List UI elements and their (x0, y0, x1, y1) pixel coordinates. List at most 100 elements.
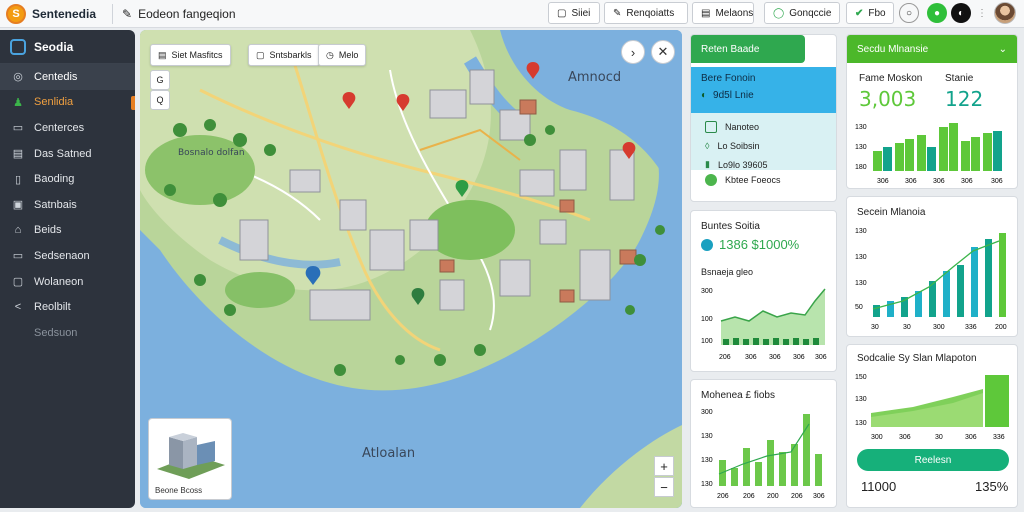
sidebar-item-1[interactable]: ♟ Senlidia (0, 90, 135, 116)
monitor-icon: ▭ (12, 250, 24, 263)
chat-icon: ▭ (12, 122, 24, 135)
map-tool-1[interactable]: G (150, 70, 170, 90)
x-tick: 306 (877, 178, 889, 185)
x-tick: 306 (815, 354, 827, 361)
area-card: Sodcalie Sy Slan Mlapoton 150 130 130 30… (846, 344, 1018, 508)
map-label-north: Amnocd (568, 70, 622, 85)
page-selector[interactable]: ✎ Eodeon fangeqion (122, 3, 236, 25)
chart-mini-icon: ▮ (705, 159, 710, 169)
release-button[interactable]: Reelesn (857, 449, 1009, 471)
sidebar-item-3[interactable]: ▤ Das Satned (0, 141, 135, 167)
sidebar-item-5[interactable]: ▣ Satnbais (0, 192, 135, 218)
stats-header[interactable]: Secdu Mlnansie ⌄ (847, 35, 1017, 63)
map-tool-2[interactable]: Q (150, 90, 170, 110)
overview-card: Reten Baade Bere Fonoin ◐ 9d5l Lnie Nano… (690, 34, 837, 202)
overview-footer[interactable]: Kbtee Foeocs (691, 170, 836, 190)
monthly-bars-chart: 300 130 130 130 206 206 200 206 306 (701, 409, 825, 500)
sidebar-item-9[interactable]: < Reolbilt (0, 294, 135, 320)
sidebar-item-label: Das Satned (34, 147, 92, 160)
status-button[interactable]: ◯ Gonqccie (764, 2, 840, 24)
app-icon (10, 38, 26, 55)
ratio-area-chart: 300 100 100 206 306 306 306 306 (701, 288, 827, 361)
list-item[interactable]: ◊ Lo Soibsin (705, 141, 822, 151)
stats-value-left: 3,003 (859, 87, 917, 111)
x-tick: 206 (719, 354, 731, 361)
area-card-title: Sodcalie Sy Slan Mlapoton (857, 353, 977, 364)
overview-header[interactable]: Reten Baade (691, 35, 805, 63)
x-tick: 336 (993, 434, 1005, 441)
layers-icon: ◎ (13, 71, 23, 84)
online-toggle[interactable]: ● (927, 3, 947, 23)
close-icon: ✕ (657, 44, 669, 59)
more-button[interactable]: ⋮ (972, 3, 992, 23)
building-thumbnail-icon (157, 433, 225, 479)
sidebar-item-4[interactable]: ▯ Baoding (0, 166, 135, 192)
sidebar-item-2[interactable]: ▭ Centerces (0, 115, 135, 141)
sidebar-item-label: Satnbais (34, 198, 77, 211)
building-preview-card[interactable]: Beone Bcoss (148, 418, 232, 500)
brand[interactable]: S Sentenedia (6, 3, 96, 25)
ratio-badge-icon (701, 238, 713, 251)
status-circle-icon: ◯ (773, 7, 785, 19)
chart-icon: ▤ (701, 7, 711, 19)
y-tick: 300 (701, 288, 713, 295)
sidebar-item-label: Centedis (34, 70, 78, 83)
x-tick: 30 (903, 324, 911, 331)
list-item[interactable]: Nanoteo (705, 121, 822, 133)
dark-mode-toggle[interactable]: ◐ (951, 3, 971, 23)
checkbox-icon (705, 121, 717, 133)
list-item-label: Lo9lo 39605 (717, 159, 768, 170)
list-item-label: Nanoteo (725, 122, 760, 132)
report-icon: ▣ (12, 199, 24, 212)
sidebar-item-label: Sedsenaon (34, 249, 90, 262)
map-close-button[interactable]: ✕ (651, 40, 675, 64)
sidebar-item-7[interactable]: ▭ Sedsenaon (0, 243, 135, 269)
sidebar: Seodia ◎ Centedis ♟ Senlidia ▭ Centerces… (0, 30, 135, 508)
circle-button[interactable]: ○ (899, 3, 919, 23)
map-tool-label: Q (156, 95, 164, 105)
stats-label-left: Fame Moskon (859, 73, 923, 84)
ring-icon: ○ (905, 7, 913, 19)
page-selector-label: Eodeon fangeqion (138, 7, 236, 21)
map-filter-chip-2[interactable]: ▢ Sntsbarkls (248, 44, 320, 66)
check-button[interactable]: ✔ Fbo (846, 2, 894, 24)
sidebar-item-10[interactable]: Sedsuon (0, 320, 135, 346)
building-preview-caption: Beone Bcoss (155, 486, 203, 495)
zoom-in-button[interactable]: + (654, 456, 674, 476)
toolbar-button-3-label: Melaons (715, 7, 754, 19)
x-tick: 30 (935, 434, 943, 441)
list-item[interactable]: ▮ Lo9lo 39605 (705, 159, 822, 170)
calendar-icon: ▤ (12, 148, 24, 161)
y-tick: 130 (855, 228, 867, 235)
x-tick: 306 (961, 178, 973, 185)
ratio-value-row: 1386 $1000% (701, 237, 799, 252)
avatar[interactable] (994, 2, 1016, 24)
x-tick: 306 (905, 178, 917, 185)
ratio-card: Buntes Soitia 1386 $1000% Bsnaeja gleo 3… (690, 210, 837, 372)
list-item-label: Lo Soibsin (717, 141, 760, 151)
sidebar-item-label: Sedsuon (34, 326, 78, 339)
sidebar-header[interactable]: Seodia (0, 30, 135, 64)
y-tick: 130 (855, 420, 867, 427)
map-view[interactable]: ▤ Siet Masfitcs ▢ Sntsbarkls ◷ Melo G Q … (140, 30, 682, 508)
chat2-icon: ▢ (12, 276, 24, 289)
zoom-out-button[interactable]: − (654, 477, 674, 497)
blank-icon (12, 327, 24, 339)
toolbar-button-3[interactable]: ▤ Melaons (692, 2, 754, 24)
chevron-down-icon: ⌄ (998, 43, 1007, 55)
badge-icon: ◐ (701, 90, 708, 101)
overview-highlight[interactable]: Bere Fonoin ◐ 9d5l Lnie (691, 67, 836, 113)
toolbar-button-1[interactable]: ▢ Siiei (548, 2, 600, 24)
toolbar-button-2[interactable]: ✎ Renqoiatts (604, 2, 688, 24)
sidebar-item-8[interactable]: ▢ Wolaneon (0, 269, 135, 295)
x-tick: 306 (769, 354, 781, 361)
x-tick: 200 (995, 324, 1007, 331)
map-filter-chip-1[interactable]: ▤ Siet Masfitcs (150, 44, 231, 66)
sidebar-item-label: Centerces (34, 121, 85, 134)
x-tick: 306 (899, 434, 911, 441)
x-tick: 206 (743, 493, 755, 500)
sidebar-item-0[interactable]: ◎ Centedis (0, 64, 135, 90)
map-next-button[interactable]: › (621, 40, 645, 64)
map-filter-chip-3[interactable]: ◷ Melo (318, 44, 367, 66)
sidebar-item-6[interactable]: ⌂ Beids (0, 218, 135, 244)
